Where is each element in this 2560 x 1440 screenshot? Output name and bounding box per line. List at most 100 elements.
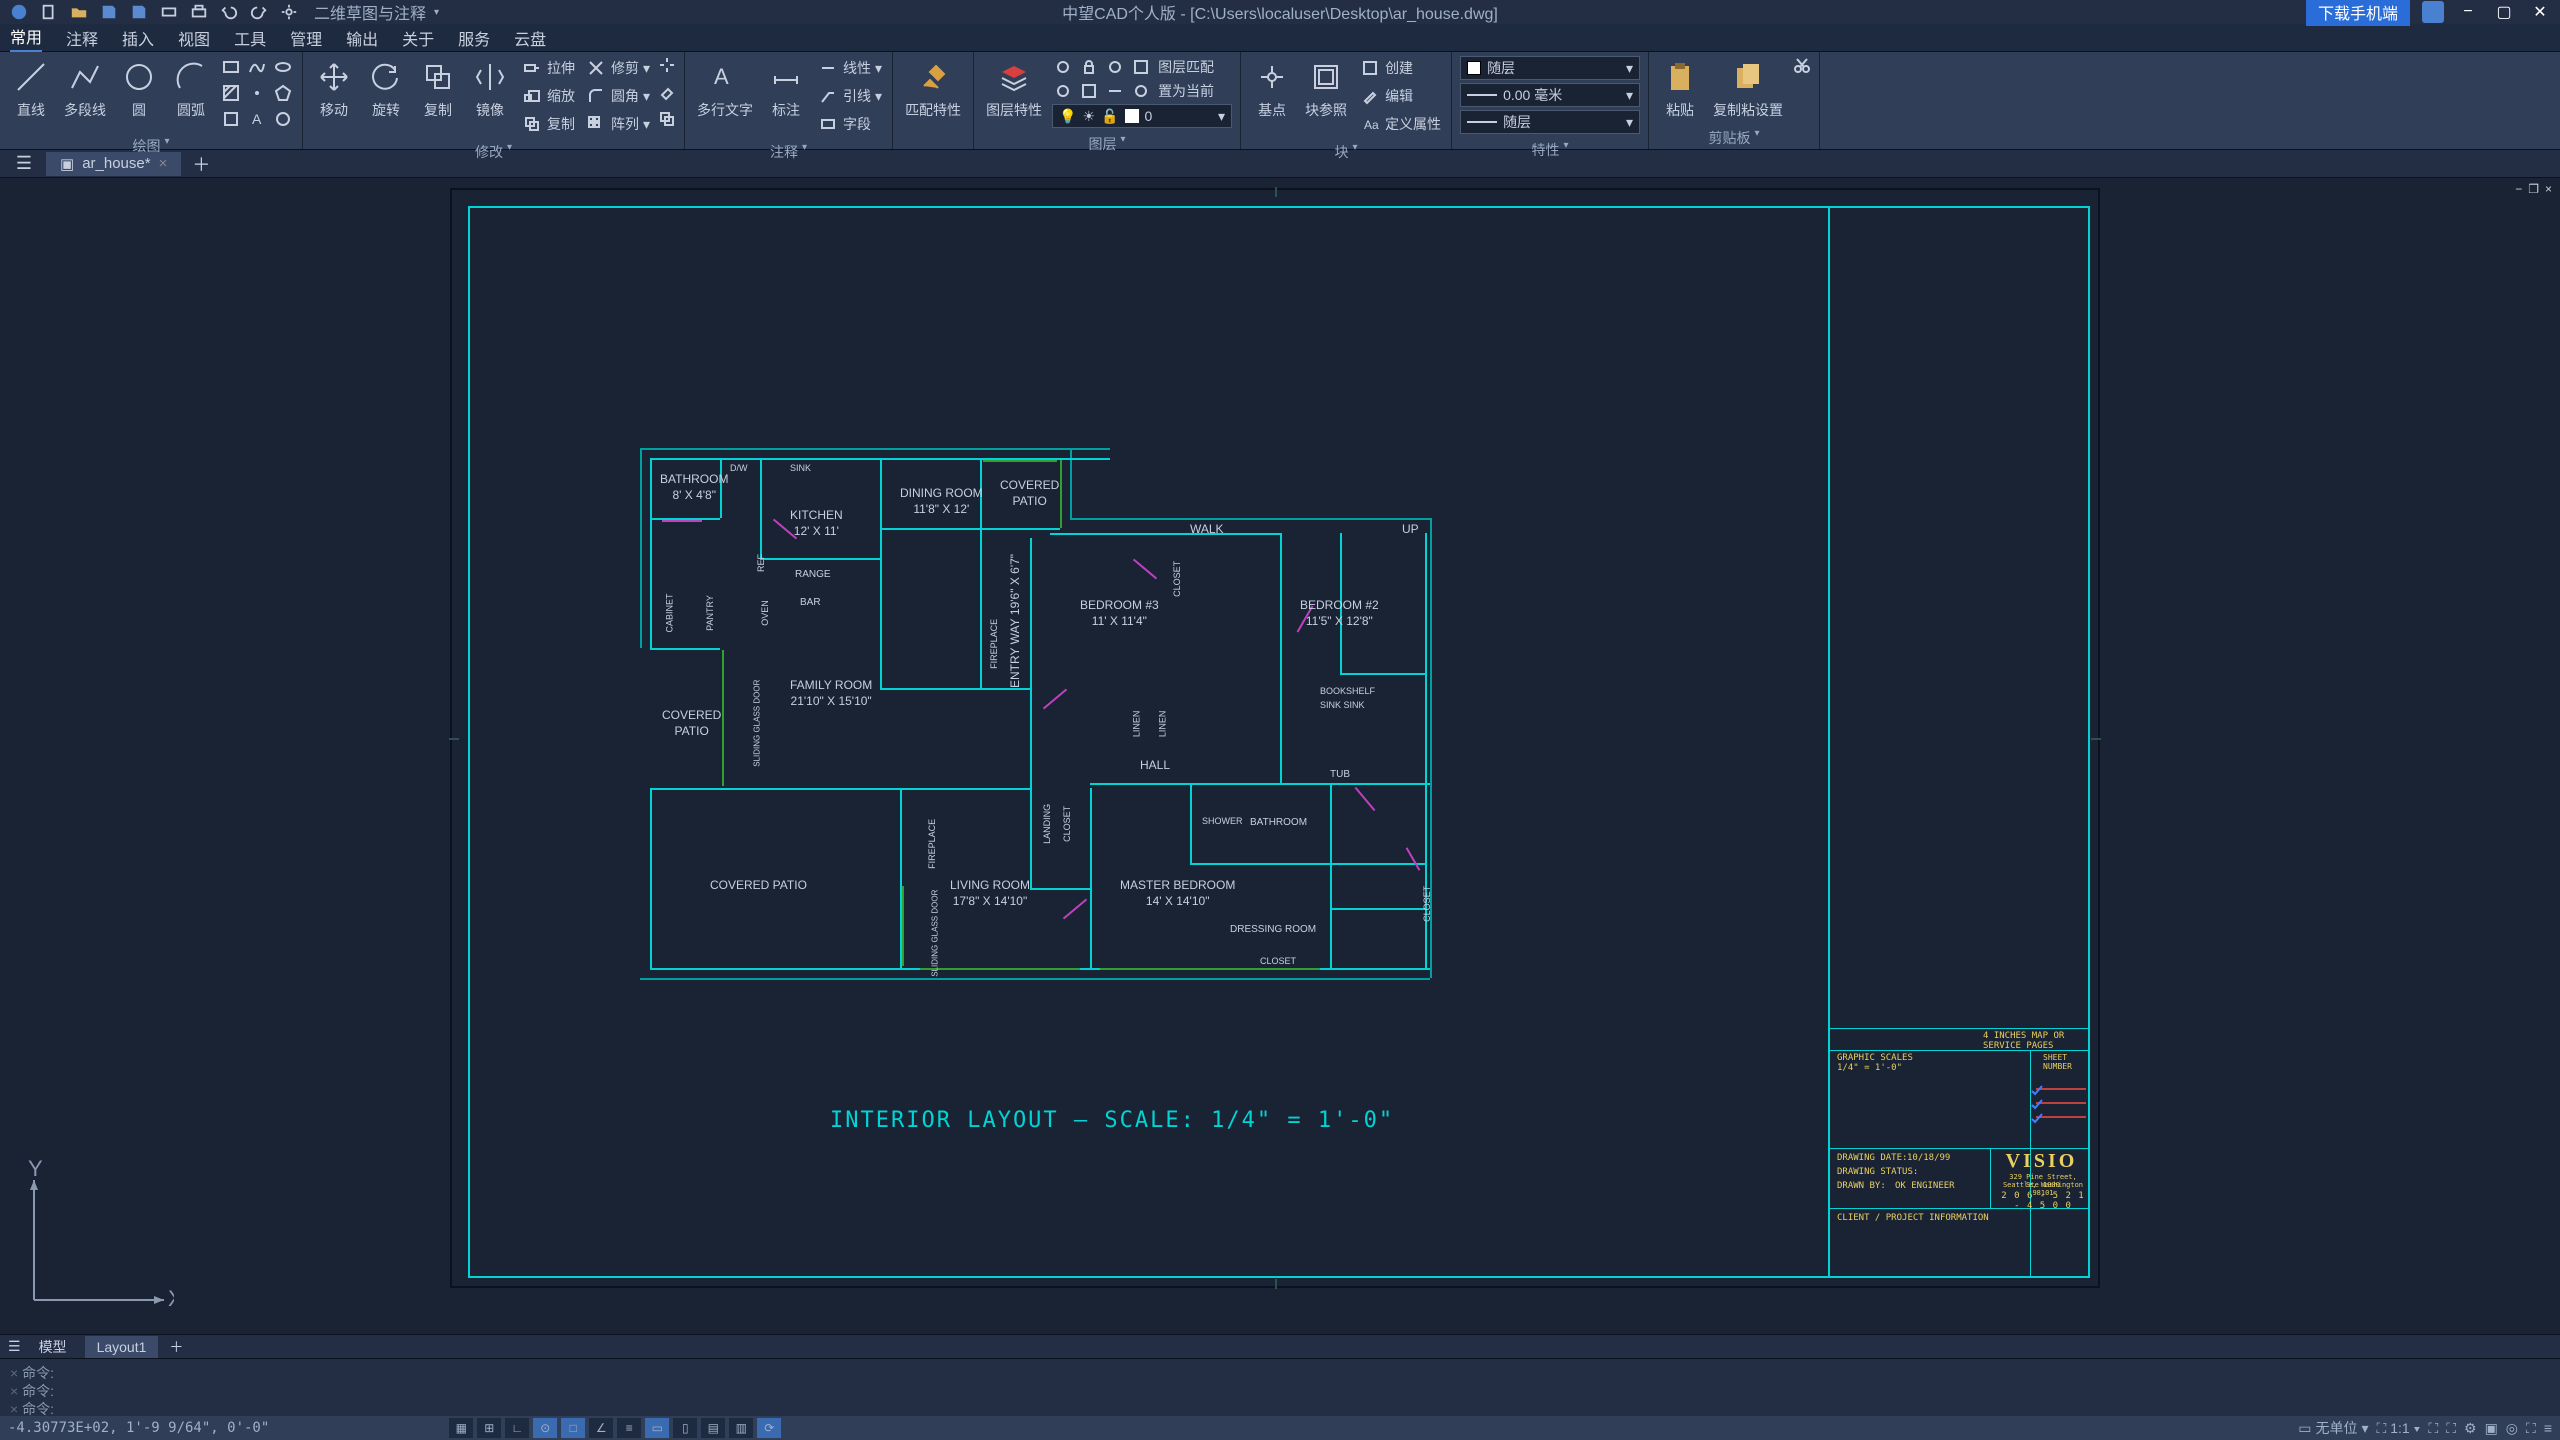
array-button[interactable]: 阵列 ▾	[583, 112, 652, 136]
cycle-toggle[interactable]: ⟳	[757, 1418, 781, 1438]
layout1-tab[interactable]: Layout1	[85, 1336, 159, 1358]
lwt-toggle[interactable]: ≡	[617, 1418, 641, 1438]
vp-close-icon[interactable]: ×	[2545, 182, 2552, 196]
gear-icon[interactable]	[278, 1, 300, 23]
app-logo-icon[interactable]	[8, 1, 30, 23]
move-button[interactable]: 移动	[311, 56, 357, 122]
layerprops-button[interactable]: 图层特性	[982, 56, 1046, 122]
define-attr-button[interactable]: Aa定义属性	[1357, 112, 1443, 136]
basepoint-button[interactable]: 基点	[1249, 56, 1295, 122]
close-tab-icon[interactable]: ×	[159, 155, 168, 172]
layer-c-icon[interactable]	[1104, 80, 1126, 102]
point-icon[interactable]	[246, 82, 268, 104]
copy-button[interactable]: 复制	[415, 56, 461, 122]
hardware-icon[interactable]: ▣	[2485, 1420, 2498, 1437]
model-toggle[interactable]: ▯	[673, 1418, 697, 1438]
hatch-icon[interactable]	[220, 82, 242, 104]
layer-d-icon[interactable]	[1130, 80, 1152, 102]
rotate-button[interactable]: 旋转	[363, 56, 409, 122]
vp-restore-icon[interactable]: ❐	[2528, 182, 2539, 196]
save-icon[interactable]	[98, 1, 120, 23]
menu-view[interactable]: 视图	[178, 26, 210, 50]
panel-title-clipboard[interactable]: 剪贴板	[1649, 126, 1819, 150]
user-avatar-icon[interactable]	[2422, 1, 2444, 23]
text-icon[interactable]: A	[246, 108, 268, 130]
drawer-menu-button[interactable]: ☰	[10, 153, 38, 174]
open-icon[interactable]	[68, 1, 90, 23]
layer-dropdown[interactable]: 💡 ☀ 🔓 0 ▾	[1052, 104, 1232, 128]
undo-icon[interactable]	[218, 1, 240, 23]
osnap-toggle[interactable]: □	[561, 1418, 585, 1438]
menu-service[interactable]: 服务	[458, 26, 490, 50]
layer-freeze-icon[interactable]	[1052, 56, 1074, 78]
menu-insert[interactable]: 插入	[122, 26, 154, 50]
menu-output[interactable]: 输出	[346, 26, 378, 50]
drawing-viewport[interactable]: − ❐ × INTERIOR LAYOUT – SCALE: 1/4" = 1'…	[0, 178, 2560, 1334]
panel-title-layers[interactable]: 图层	[974, 132, 1240, 156]
qp-toggle[interactable]: ▤	[701, 1418, 725, 1438]
anno-auto-icon[interactable]: ⛶	[2446, 1420, 2456, 1437]
panel-title-annotate[interactable]: 注释	[685, 140, 892, 164]
menu-annotate[interactable]: 注释	[66, 26, 98, 50]
menu-tools[interactable]: 工具	[234, 26, 266, 50]
linear-dim-button[interactable]: 线性 ▾	[815, 56, 884, 80]
menu-common[interactable]: 常用	[10, 24, 42, 52]
otrack-toggle[interactable]: ∠	[589, 1418, 613, 1438]
offset-icon[interactable]	[658, 110, 676, 133]
grid-toggle[interactable]: ▦	[449, 1418, 473, 1438]
setcurrent-button[interactable]: 置为当前	[1156, 80, 1216, 102]
sc-toggle[interactable]: ▥	[729, 1418, 753, 1438]
arc-button[interactable]: 圆弧	[168, 56, 214, 122]
units-button[interactable]: ▭ 无单位 ▾	[2298, 1418, 2368, 1438]
trim-button[interactable]: 修剪 ▾	[583, 56, 652, 80]
add-document-tab-button[interactable]: ＋	[189, 153, 213, 175]
rect-icon[interactable]	[220, 56, 242, 78]
polyline-button[interactable]: 多段线	[60, 56, 110, 122]
close-button[interactable]: ✕	[2528, 2, 2552, 22]
paste-button[interactable]: 粘贴	[1657, 56, 1703, 122]
leader-button[interactable]: 引线 ▾	[815, 84, 884, 108]
layer-off-icon[interactable]	[1104, 56, 1126, 78]
menu-manage[interactable]: 管理	[290, 26, 322, 50]
line-button[interactable]: 直线	[8, 56, 54, 122]
polygon-icon[interactable]	[272, 82, 294, 104]
explode-icon[interactable]	[658, 56, 676, 79]
wipeout-icon[interactable]	[272, 108, 294, 130]
ellipse-icon[interactable]	[272, 56, 294, 78]
create-block-button[interactable]: 创建	[1357, 56, 1443, 80]
mirror-button[interactable]: 镜像	[467, 56, 513, 122]
snap-toggle[interactable]: ⊞	[477, 1418, 501, 1438]
stretch-button[interactable]: 拉伸	[519, 56, 577, 80]
panel-title-block[interactable]: 块	[1241, 140, 1451, 164]
edit-block-button[interactable]: 编辑	[1357, 84, 1443, 108]
scale-button[interactable]: 缩放	[519, 84, 577, 108]
mtext-button[interactable]: A多行文字	[693, 56, 757, 122]
document-tab-active[interactable]: ▣ar_house*×	[46, 152, 181, 176]
minimize-button[interactable]: −	[2456, 2, 2480, 22]
layer-a-icon[interactable]	[1052, 80, 1074, 102]
maximize-button[interactable]: ▢	[2492, 2, 2516, 22]
menu-about[interactable]: 关于	[402, 26, 434, 50]
panel-title-modify[interactable]: 修改	[303, 140, 684, 164]
new-icon[interactable]	[38, 1, 60, 23]
spline-icon[interactable]	[246, 56, 268, 78]
vp-minimize-icon[interactable]: −	[2515, 182, 2522, 196]
copy2-button[interactable]: 复制	[519, 112, 577, 136]
field-button[interactable]: 字段	[815, 112, 884, 136]
download-mobile-button[interactable]: 下载手机端	[2306, 0, 2410, 26]
layer-iso-icon[interactable]	[1130, 56, 1152, 78]
copysettings-button[interactable]: 复制粘设置	[1709, 56, 1787, 122]
layermatch-button[interactable]: 图层匹配	[1156, 56, 1216, 78]
saveas-icon[interactable]	[128, 1, 150, 23]
anno-scale-button[interactable]: ⛶ 1:1 ▾	[2377, 1420, 2421, 1437]
circle-button[interactable]: 圆	[116, 56, 162, 122]
cut-icon[interactable]	[1793, 56, 1811, 79]
layer-b-icon[interactable]	[1078, 80, 1100, 102]
matchprop-button[interactable]: 匹配特性	[901, 56, 965, 122]
region-icon[interactable]	[220, 108, 242, 130]
dyn-toggle[interactable]: ▭	[645, 1418, 669, 1438]
workspace-icon[interactable]: ⚙	[2464, 1420, 2477, 1437]
tabs-menu-icon[interactable]: ☰	[8, 1338, 21, 1355]
linetype-dropdown[interactable]: 随层▾	[1460, 110, 1640, 134]
plot-icon[interactable]	[158, 1, 180, 23]
